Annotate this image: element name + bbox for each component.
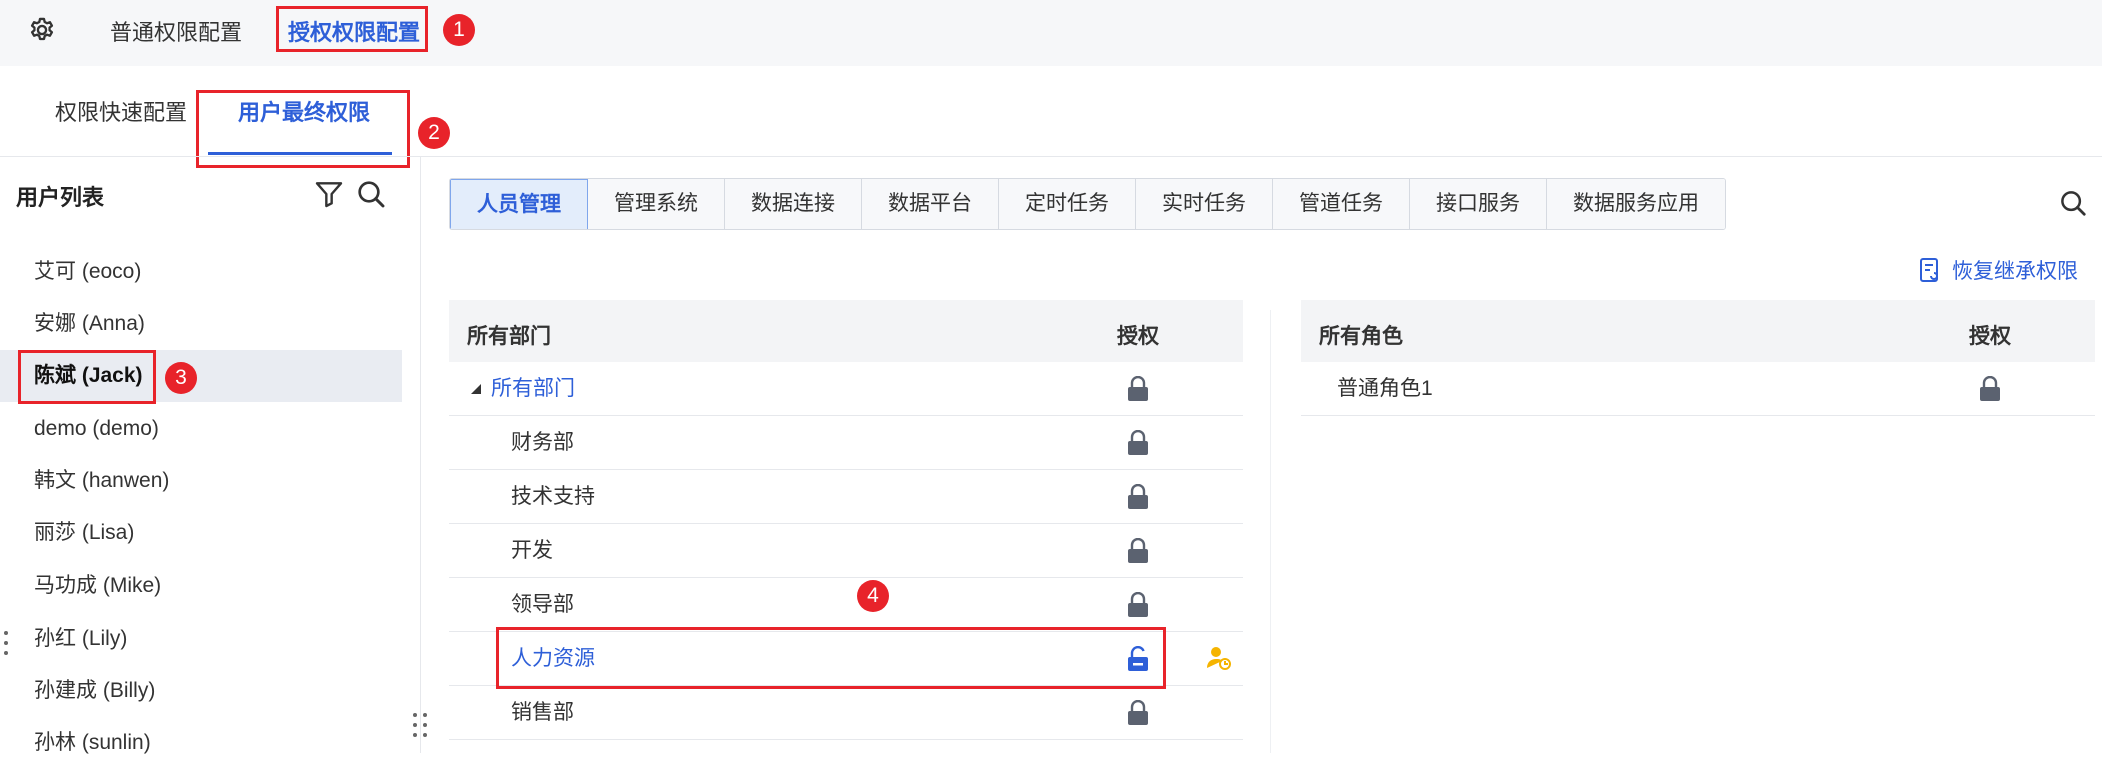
- caret-down-icon[interactable]: [471, 384, 481, 394]
- dept-root-label: 所有部门: [491, 377, 575, 400]
- annotation-badge-4: 4: [857, 580, 889, 612]
- dept-row[interactable]: 销售部: [449, 686, 1243, 740]
- lock-icon[interactable]: [1127, 538, 1149, 564]
- resize-handle-icon[interactable]: [0, 628, 12, 658]
- annotation-box-1: [276, 6, 428, 52]
- annotation-box-4: [496, 627, 1166, 689]
- tab-realtime-task[interactable]: 实时任务: [1136, 179, 1273, 229]
- role-table-header: 所有角色 授权: [1301, 300, 2095, 362]
- restore-icon[interactable]: [1918, 257, 1942, 283]
- dept-table-header: 所有部门 授权: [449, 300, 1243, 362]
- dept-row[interactable]: 技术支持: [449, 470, 1243, 524]
- tab-pipeline-task[interactable]: 管道任务: [1273, 179, 1410, 229]
- user-item[interactable]: 马功成 (Mike): [0, 560, 402, 612]
- drag-handle-icon[interactable]: [410, 710, 430, 740]
- lock-icon[interactable]: [1979, 376, 2001, 402]
- user-item[interactable]: 丽莎 (Lisa): [0, 507, 402, 559]
- restore-inherit-button[interactable]: 恢复继承权限: [1952, 255, 2078, 285]
- lock-icon[interactable]: [1127, 700, 1149, 726]
- tab-data-platform[interactable]: 数据平台: [862, 179, 999, 229]
- lock-icon[interactable]: [1127, 592, 1149, 618]
- gear-icon[interactable]: [28, 16, 56, 44]
- dept-col-name: 所有部门: [467, 325, 551, 348]
- annotation-badge-1: 1: [443, 14, 475, 46]
- user-list-title: 用户列表: [16, 185, 105, 210]
- annotation-badge-3: 3: [165, 362, 197, 394]
- role-row[interactable]: 普通角色1: [1301, 362, 2095, 416]
- tab-data-service-app[interactable]: 数据服务应用: [1547, 179, 1725, 229]
- dept-row[interactable]: 领导部: [449, 578, 1243, 632]
- table-separator: [1270, 310, 1271, 753]
- tab-data-connection[interactable]: 数据连接: [725, 179, 862, 229]
- dept-label: 技术支持: [511, 485, 595, 508]
- module-tabs: 人员管理 管理系统 数据连接 数据平台 定时任务 实时任务 管道任务 接口服务 …: [449, 178, 1726, 230]
- tab-api-service[interactable]: 接口服务: [1410, 179, 1547, 229]
- role-label: 普通角色1: [1337, 377, 1433, 400]
- lock-icon[interactable]: [1127, 430, 1149, 456]
- user-item[interactable]: 艾可 (eoco): [0, 246, 402, 298]
- tab-scheduled-task[interactable]: 定时任务: [999, 179, 1136, 229]
- user-item[interactable]: 孙建成 (Billy): [0, 665, 402, 717]
- annotation-badge-2: 2: [418, 117, 450, 149]
- search-icon[interactable]: [355, 178, 387, 210]
- lock-icon[interactable]: [1127, 376, 1149, 402]
- user-item[interactable]: 安娜 (Anna): [0, 298, 402, 350]
- annotation-box-3: [18, 350, 156, 404]
- dept-label: 财务部: [511, 431, 574, 454]
- user-inherit-icon[interactable]: [1205, 644, 1233, 672]
- filter-icon[interactable]: [313, 178, 345, 210]
- dept-col-auth: 授权: [1117, 325, 1159, 348]
- user-item[interactable]: demo (demo): [0, 403, 402, 455]
- dept-row[interactable]: 财务部: [449, 416, 1243, 470]
- user-item[interactable]: 韩文 (hanwen): [0, 455, 402, 507]
- user-item[interactable]: 孙红 (Lily): [0, 613, 402, 665]
- dept-label: 销售部: [511, 701, 574, 724]
- search-icon[interactable]: [2058, 188, 2088, 218]
- role-col-auth: 授权: [1969, 325, 2011, 348]
- lock-icon[interactable]: [1127, 484, 1149, 510]
- dept-row-root[interactable]: 所有部门: [449, 362, 1243, 416]
- dept-row[interactable]: 开发: [449, 524, 1243, 578]
- tab-personnel[interactable]: 人员管理: [450, 179, 588, 229]
- dept-label: 领导部: [511, 593, 574, 616]
- tab-normal-permission[interactable]: 普通权限配置: [110, 16, 242, 50]
- tab-management-system[interactable]: 管理系统: [588, 179, 725, 229]
- dept-label: 开发: [511, 539, 553, 562]
- role-col-name: 所有角色: [1319, 325, 1403, 348]
- tab-quick-config[interactable]: 权限快速配置: [55, 96, 187, 130]
- user-item[interactable]: 孙林 (sunlin): [0, 717, 402, 769]
